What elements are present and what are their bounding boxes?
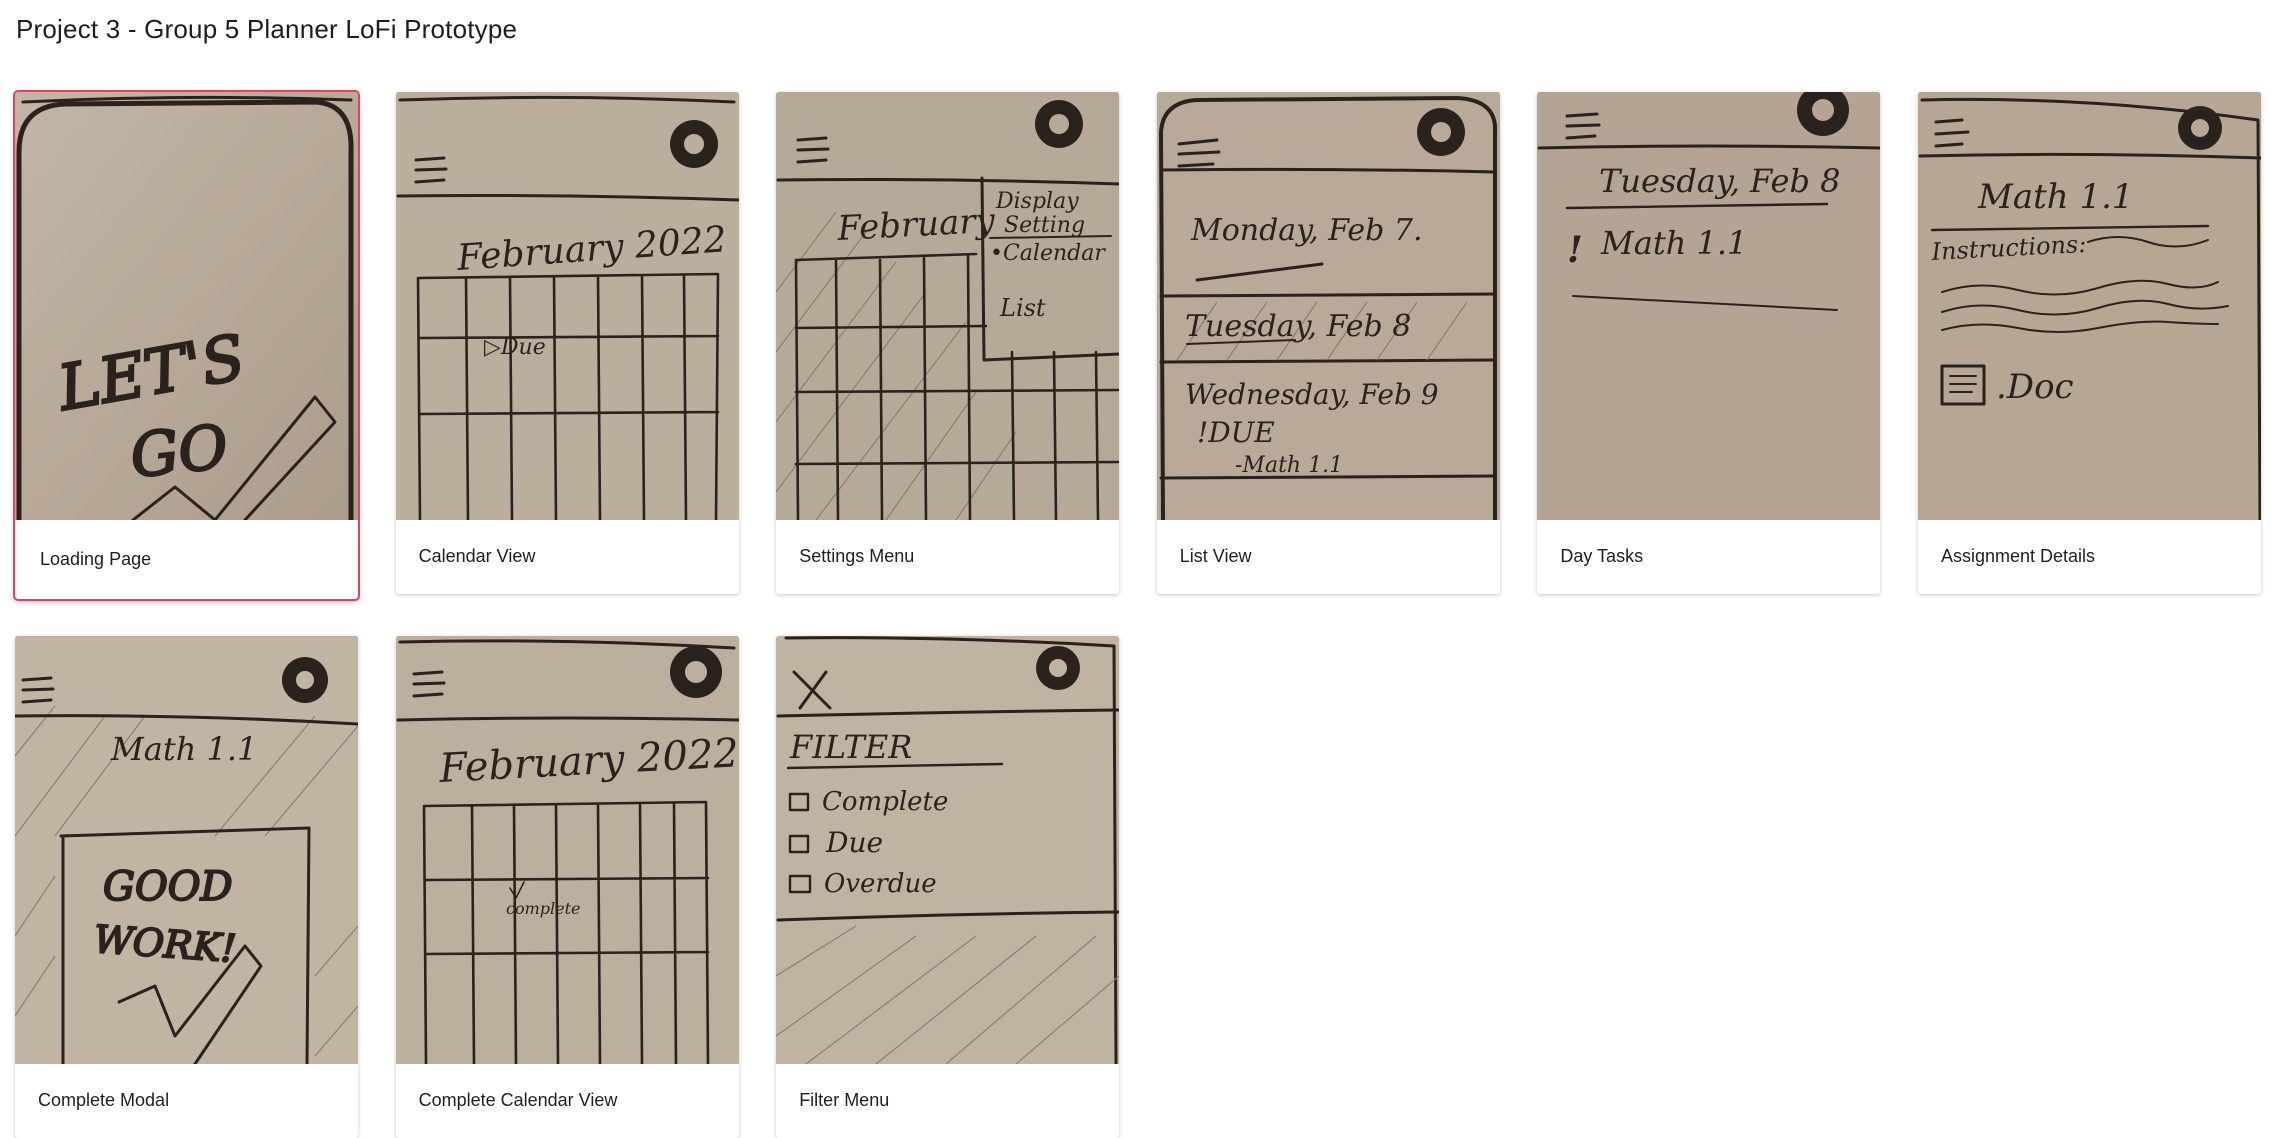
screen-thumbnail[interactable]: LET'S GO bbox=[15, 92, 358, 520]
page-title: Project 3 - Group 5 Planner LoFi Prototy… bbox=[16, 14, 518, 44]
sketch-label: Math 1.1 bbox=[110, 730, 257, 768]
gear-icon bbox=[2177, 106, 2222, 150]
sketch-label: List bbox=[999, 294, 1046, 322]
screen-card-day-tasks[interactable]: Tuesday, Feb 8 ! Math 1.1 Day Tasks bbox=[1537, 92, 1881, 594]
screen-card-title: Loading Page bbox=[40, 549, 152, 569]
sketch-complete-calendar-view: February 2022 complete bbox=[395, 636, 739, 1064]
screen-card-title: Settings Menu bbox=[799, 546, 915, 566]
screen-card-title: Complete Calendar View bbox=[418, 1090, 618, 1110]
gear-icon bbox=[669, 646, 722, 698]
sketch-label: .Doc bbox=[1996, 367, 2074, 407]
sketch-complete-modal: Math 1.1 GOOD WORK! bbox=[15, 636, 358, 1064]
sketch-label: Math 1.1 bbox=[1600, 224, 1747, 262]
sketch-label: Overdue bbox=[824, 869, 937, 899]
screen-card-title: Day Tasks bbox=[1560, 546, 1644, 566]
gear-icon bbox=[669, 120, 718, 168]
screen-card-title: Complete Modal bbox=[38, 1090, 170, 1110]
sketch-list-view: Monday, Feb 7. Tuesday, Feb 8 Wednesday,… bbox=[1156, 92, 1500, 520]
sketch-label: February bbox=[836, 201, 997, 249]
screen-card-complete-modal[interactable]: Math 1.1 GOOD WORK! Complete Modal bbox=[15, 636, 358, 1138]
screen-thumbnail[interactable]: February Display Setting •Calendar List bbox=[776, 92, 1120, 520]
sketch-label: Display bbox=[995, 189, 1079, 214]
screen-thumbnail[interactable]: Tuesday, Feb 8 ! Math 1.1 bbox=[1537, 92, 1881, 520]
screen-card-list-view[interactable]: Monday, Feb 7. Tuesday, Feb 8 Wednesday,… bbox=[1156, 92, 1500, 594]
screen-thumbnail[interactable]: February 2022 ▷Due bbox=[395, 92, 739, 520]
screen-card-calendar-view[interactable]: February 2022 ▷Due Calendar View bbox=[395, 92, 739, 594]
sketch-label: Math 1.1 bbox=[1977, 177, 2134, 217]
screen-card-assignment-details[interactable]: Math 1.1 Instructions: .Doc Assignment D… bbox=[1917, 92, 2261, 594]
sketch-settings-menu: February Display Setting •Calendar List bbox=[776, 92, 1120, 520]
sketch-label: GO bbox=[127, 412, 231, 492]
sketch-label: Wednesday, Feb 9 bbox=[1185, 378, 1439, 411]
sketch-label: Tuesday, Feb 8 bbox=[1599, 162, 1840, 200]
sketch-label: Complete bbox=[822, 787, 948, 817]
sketch-label: Setting bbox=[1004, 213, 1085, 238]
sketch-label: Tuesday, Feb 8 bbox=[1185, 309, 1411, 344]
screen-card-title: Assignment Details bbox=[1940, 546, 2096, 566]
screen-card-settings-menu[interactable]: February Display Setting •Calendar List … bbox=[776, 92, 1120, 594]
screen-card-title: Calendar View bbox=[418, 546, 536, 566]
sketch-filter-menu: FILTER Complete Due Overdue bbox=[776, 636, 1120, 1064]
sketch-label: Monday, Feb 7. bbox=[1190, 213, 1423, 248]
screen-card-complete-calendar-view[interactable]: February 2022 complete Complete Calendar… bbox=[395, 636, 739, 1138]
sketch-label: FILTER bbox=[789, 728, 912, 766]
sketch-label: GOOD bbox=[103, 864, 233, 910]
screen-thumbnail[interactable]: Math 1.1 Instructions: .Doc bbox=[1917, 92, 2261, 520]
gear-icon bbox=[1035, 100, 1084, 148]
sketch-loading-page: LET'S GO bbox=[15, 92, 358, 520]
gear-icon bbox=[1036, 646, 1081, 690]
sketch-label: ! bbox=[1567, 229, 1583, 271]
screen-grid: LET'S GO Loading Page February 2022 ▷Due… bbox=[13, 90, 2261, 1138]
screen-thumbnail[interactable]: Monday, Feb 7. Tuesday, Feb 8 Wednesday,… bbox=[1156, 92, 1500, 520]
screen-card-loading-page[interactable]: LET'S GO Loading Page bbox=[13, 90, 360, 601]
sketch-label: -Math 1.1 bbox=[1235, 453, 1343, 478]
sketch-calendar-view: February 2022 ▷Due bbox=[395, 92, 739, 520]
screen-thumbnail[interactable]: Math 1.1 GOOD WORK! bbox=[15, 636, 358, 1064]
sketch-label: complete bbox=[506, 899, 581, 918]
sketch-label: Due bbox=[825, 826, 883, 859]
screen-card-title: List View bbox=[1179, 546, 1252, 566]
sketch-label: ▷Due bbox=[484, 335, 546, 360]
sketch-day-tasks: Tuesday, Feb 8 ! Math 1.1 bbox=[1537, 92, 1881, 520]
gear-icon bbox=[282, 657, 328, 703]
gear-icon bbox=[1416, 108, 1465, 156]
sketch-assignment-details: Math 1.1 Instructions: .Doc bbox=[1917, 92, 2261, 520]
screen-thumbnail[interactable]: FILTER Complete Due Overdue bbox=[776, 636, 1120, 1064]
screen-card-title: Filter Menu bbox=[799, 1090, 890, 1110]
screen-card-filter-menu[interactable]: FILTER Complete Due Overdue Filter Menu bbox=[776, 636, 1120, 1138]
screen-thumbnail[interactable]: February 2022 complete bbox=[395, 636, 739, 1064]
sketch-label: •Calendar bbox=[990, 241, 1106, 266]
sketch-label: !DUE bbox=[1197, 416, 1275, 449]
